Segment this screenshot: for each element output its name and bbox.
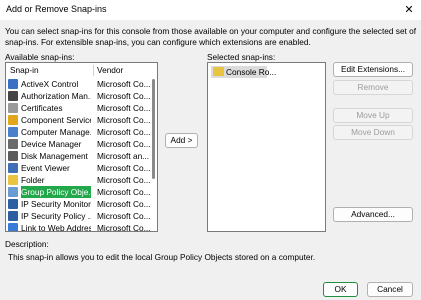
snapin-vendor: Microsoft Co... [97,115,151,125]
table-row[interactable]: Link to Web Address Microsoft Co... [6,222,151,232]
add-button[interactable]: Add > [165,133,198,148]
list-item-label: Console Ro... [226,67,277,77]
authorization-icon [8,91,18,101]
snapin-vendor: Microsoft Co... [97,187,151,197]
snapin-name: ActiveX Control [21,79,79,89]
disk-management-icon [8,151,18,161]
snapin-name: Authorization Man... [21,91,91,101]
ip-security-policy-icon [8,211,18,221]
column-divider [93,65,94,76]
table-row[interactable]: Folder Microsoft Co... [6,174,150,186]
move-up-button[interactable]: Move Up [333,108,413,123]
close-icon[interactable]: ✕ [397,0,421,20]
dialog-title: Add or Remove Snap-ins [6,4,107,14]
table-row[interactable]: IP Security Policy ... Microsoft Co... [6,210,150,222]
remove-button[interactable]: Remove [333,80,413,95]
snapin-name: Device Manager [21,139,82,149]
snapin-name: Link to Web Address [21,223,91,232]
snapin-vendor: Microsoft an... [97,151,150,161]
component-services-icon [8,115,18,125]
snapin-vendor: Microsoft Co... [97,199,151,209]
snapin-vendor: Microsoft Co... [97,91,151,101]
ip-security-monitor-icon [8,199,18,209]
table-row[interactable]: Component Services Microsoft Co... [6,114,150,126]
edit-extensions-button[interactable]: Edit Extensions... [333,62,413,77]
snapin-name: Component Services [21,115,91,125]
title-bar: Add or Remove Snap-ins ✕ [0,0,421,20]
link-icon [8,223,18,231]
table-row[interactable]: Certificates Microsoft Co... [6,102,150,114]
description-section: Description: This snap-in allows you to … [5,239,417,262]
table-row[interactable]: IP Security Monitor Microsoft Co... [6,198,150,210]
cancel-button[interactable]: Cancel [367,282,413,297]
ok-button[interactable]: OK [323,282,358,297]
selected-snapins-label: Selected snap-ins: [207,52,276,62]
list-item[interactable]: Console Ro... [211,66,276,78]
table-row[interactable]: Computer Manage... Microsoft Co... [6,126,150,138]
selected-snapins-list[interactable]: Console Ro... [207,62,326,232]
column-header-vendor[interactable]: Vendor [97,63,123,77]
table-row[interactable]: Authorization Man... Microsoft Co... [6,90,150,102]
activex-icon [8,79,18,89]
computer-management-icon [8,127,18,137]
snapin-vendor: Microsoft Co... [97,79,151,89]
scrollbar-thumb[interactable] [152,79,155,179]
snapin-vendor: Microsoft Co... [97,103,151,113]
certificates-icon [8,103,18,113]
group-policy-icon [8,187,18,197]
snapin-vendor: Microsoft Co... [97,223,151,232]
table-row[interactable]: Device Manager Microsoft Co... [6,138,150,150]
description-text: This snap-in allows you to edit the loca… [8,252,316,262]
table-row[interactable]: Event Viewer Microsoft Co... [6,162,150,174]
snapin-vendor: Microsoft Co... [97,175,151,185]
column-header-snapin[interactable]: Snap-in [10,63,39,77]
table-row[interactable]: Disk Management Microsoft an... [6,150,150,162]
event-viewer-icon [8,163,18,173]
snapin-name: Folder [21,175,45,185]
snapin-vendor: Microsoft Co... [97,163,151,173]
footer-bar: OK Cancel [0,262,421,300]
snapin-name: Computer Manage... [21,127,91,137]
folder-icon [213,67,224,76]
snapin-name: Certificates [21,103,63,113]
move-down-button[interactable]: Move Down [333,125,413,140]
snapin-vendor: Microsoft Co... [97,211,151,221]
device-manager-icon [8,139,18,149]
snapin-vendor: Microsoft Co... [97,139,151,149]
snapin-name: IP Security Monitor [21,199,91,209]
folder-icon [8,175,18,185]
table-row[interactable]: Group Policy Obje... Microsoft Co... [6,186,150,198]
snapin-vendor: Microsoft Co... [97,127,151,137]
table-row[interactable]: ActiveX Control Microsoft Co... [6,78,150,90]
snapin-name: Disk Management [21,151,88,161]
snapin-name: Event Viewer [21,163,70,173]
available-snapins-list[interactable]: Snap-in Vendor ActiveX Control Microsoft … [5,62,158,232]
snapin-name: IP Security Policy ... [21,211,91,221]
available-snapins-label: Available snap-ins: [5,52,75,62]
snapin-name: Group Policy Obje... [21,186,91,198]
intro-text: You can select snap-ins for this console… [5,26,417,47]
advanced-button[interactable]: Advanced... [333,207,413,222]
description-label: Description: [5,239,49,249]
